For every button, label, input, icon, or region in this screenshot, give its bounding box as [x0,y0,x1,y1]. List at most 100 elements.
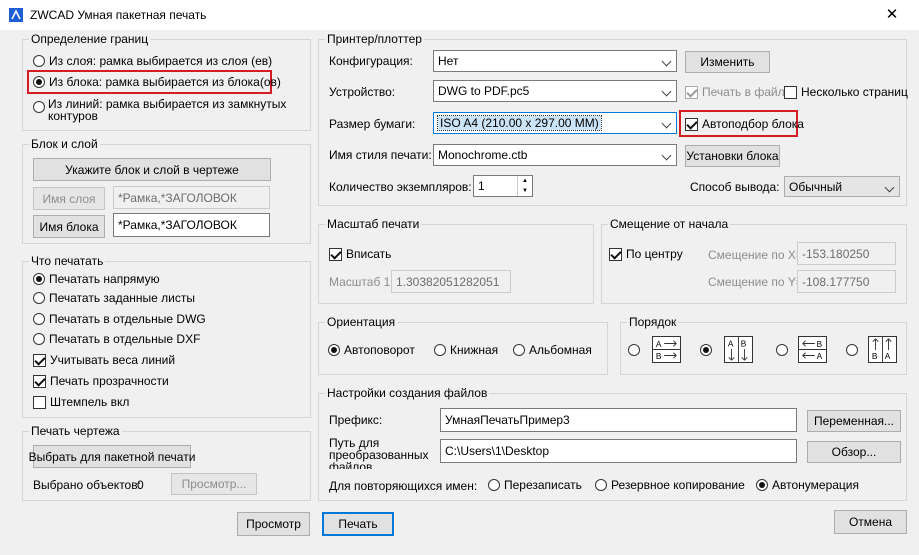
order-cols-down-radio[interactable] [700,344,712,356]
paper-size-label: Размер бумаги: [329,117,416,131]
orientation-auto-label: Автоповорот [344,343,415,357]
svg-text:A: A [885,351,891,361]
select-batch-button[interactable]: Выбрать для пакетной печати [29,445,195,468]
radio-circle [33,292,45,304]
stamp-label: Штемпель вкл [50,395,130,409]
transparency-label: Печать прозрачности [50,374,169,388]
boundary-group-label: Определение границ [29,32,151,46]
plot-style-value: Monochrome.ctb [438,148,528,162]
order-cols-up-radio[interactable] [846,344,858,356]
autonumber-radio[interactable]: Автонумерация [756,478,859,492]
print-direct-label: Печатать напрямую [49,272,160,286]
plot-style-select[interactable]: Monochrome.ctb [433,144,677,166]
paper-size-value: ISO A4 (210.00 x 297.00 MM) [437,115,602,131]
lineweights-label: Учитывать веса линий [50,353,176,367]
boundary-from-block-radio[interactable]: Из блока: рамка выбирается из блока(ов) [33,75,281,89]
printer-group-label: Принтер/плоттер [325,32,424,46]
orientation-auto-radio[interactable]: Автоповорот [328,343,415,357]
print-button[interactable]: Печать [322,512,394,536]
copies-spinner[interactable]: ▲ ▼ [517,176,532,196]
svg-text:A: A [728,338,734,348]
preview-button[interactable]: Просмотр [237,512,310,536]
prefix-input[interactable]: УмнаяПечатьПример3 [440,408,797,432]
scale-group-label: Масштаб печати [325,217,422,231]
svg-text:A: A [656,339,662,349]
checkbox-box [784,85,797,99]
paper-size-select[interactable]: ISO A4 (210.00 x 297.00 MM) [433,112,677,134]
spin-up-icon[interactable]: ▲ [518,176,532,186]
center-label: По центру [626,247,683,261]
stamp-checkbox[interactable]: Штемпель вкл [33,395,129,409]
auto-fit-block-checkbox[interactable]: Автоподбор блока [685,117,804,131]
print-to-file-checkbox[interactable]: Печать в файл [685,85,785,99]
layer-name-input[interactable]: *Рамка,*ЗАГОЛОВОК [113,186,270,209]
plot-style-label: Имя стиля печати: [329,148,432,162]
radio-circle [33,313,45,325]
block-name-input[interactable]: *Рамка,*ЗАГОЛОВОК [113,213,270,237]
backup-radio[interactable]: Резервное копирование [595,478,745,492]
scale-input[interactable]: 1.30382051282051 [391,270,511,293]
orientation-landscape-radio[interactable]: Альбомная [513,343,592,357]
block-settings-button[interactable]: Установки блока [685,145,780,167]
boundary-from-layer-radio[interactable]: Из слоя: рамка выбирается из слоя (ев) [33,54,272,68]
order-rows-right-radio[interactable] [628,344,640,356]
fit-label: Вписать [346,247,392,261]
overwrite-radio[interactable]: Перезаписать [488,478,582,492]
title-bar: ZWCAD Умная пакетная печать ✕ [0,0,919,30]
print-dwg-radio[interactable]: Печатать в отдельные DWG [33,312,206,326]
file-settings-group-label: Настройки создания файлов [325,386,490,400]
spin-down-icon[interactable]: ▼ [518,186,532,196]
drawing-print-group-label: Печать чертежа [29,424,122,438]
autonumber-label: Автонумерация [772,478,859,492]
checkbox-box [609,247,622,261]
print-dxf-radio[interactable]: Печатать в отдельные DXF [33,332,200,346]
boundary-from-lines-label: Из линий: рамка выбирается из замкнутых … [48,97,287,123]
checkbox-box [685,85,698,99]
device-label: Устройство: [329,85,396,99]
svg-text:B: B [817,339,823,349]
selected-objects-label: Выбрано объектов: [33,478,141,492]
order-rows-left-radio[interactable] [776,344,788,356]
block-name-button[interactable]: Имя блока [33,215,105,238]
device-select[interactable]: DWG to PDF.pc5 [433,80,677,102]
config-select[interactable]: Нет [433,50,677,72]
what-to-print-group-label: Что печатать [29,254,106,268]
output-path-input[interactable]: C:\Users\1\Desktop [440,439,797,463]
orientation-portrait-label: Книжная [450,343,499,357]
orientation-landscape-label: Альбомная [529,343,592,357]
fit-checkbox[interactable]: Вписать [329,247,391,261]
radio-circle [33,55,45,67]
browse-button[interactable]: Обзор... [807,441,901,463]
output-method-label: Способ вывода: [690,180,780,194]
offset-x-input[interactable]: -153.180250 [797,242,896,265]
checkbox-box [33,374,46,388]
cancel-button[interactable]: Отмена [834,510,907,534]
print-direct-radio[interactable]: Печатать напрямую [33,272,160,286]
variable-button[interactable]: Переменная... [807,410,901,432]
object-preview-button[interactable]: Просмотр... [171,473,257,495]
offset-y-input[interactable]: -108.177750 [797,270,896,293]
lineweights-checkbox[interactable]: Учитывать веса линий [33,353,175,367]
transparency-checkbox[interactable]: Печать прозрачности [33,374,169,388]
multi-pages-checkbox[interactable]: Несколько страниц [784,85,908,99]
output-method-value: Обычный [789,179,843,194]
svg-text:B: B [741,338,747,348]
layer-name-button[interactable]: Имя слоя [33,187,105,210]
orientation-portrait-radio[interactable]: Книжная [434,343,498,357]
close-icon[interactable]: ✕ [880,4,904,26]
auto-fit-block-label: Автоподбор блока [702,117,804,131]
pick-block-layer-button[interactable]: Укажите блок и слой в чертеже [33,158,271,181]
output-method-select[interactable]: Обычный [784,176,900,197]
boundary-from-block-label: Из блока: рамка выбирается из блока(ов) [49,75,281,89]
change-config-button[interactable]: Изменить [685,51,770,73]
center-checkbox[interactable]: По центру [609,247,683,261]
radio-circle [33,333,45,345]
order-rows-right-icon: A B [652,336,681,363]
print-dxf-label: Печатать в отдельные DXF [49,332,201,346]
radio-circle [328,344,340,356]
print-layouts-radio[interactable]: Печатать заданные листы [33,291,195,305]
copies-label: Количество экземпляров: [329,180,472,194]
radio-circle [33,76,45,88]
order-cols-down-icon: A B [724,336,753,363]
radio-circle [756,479,768,491]
